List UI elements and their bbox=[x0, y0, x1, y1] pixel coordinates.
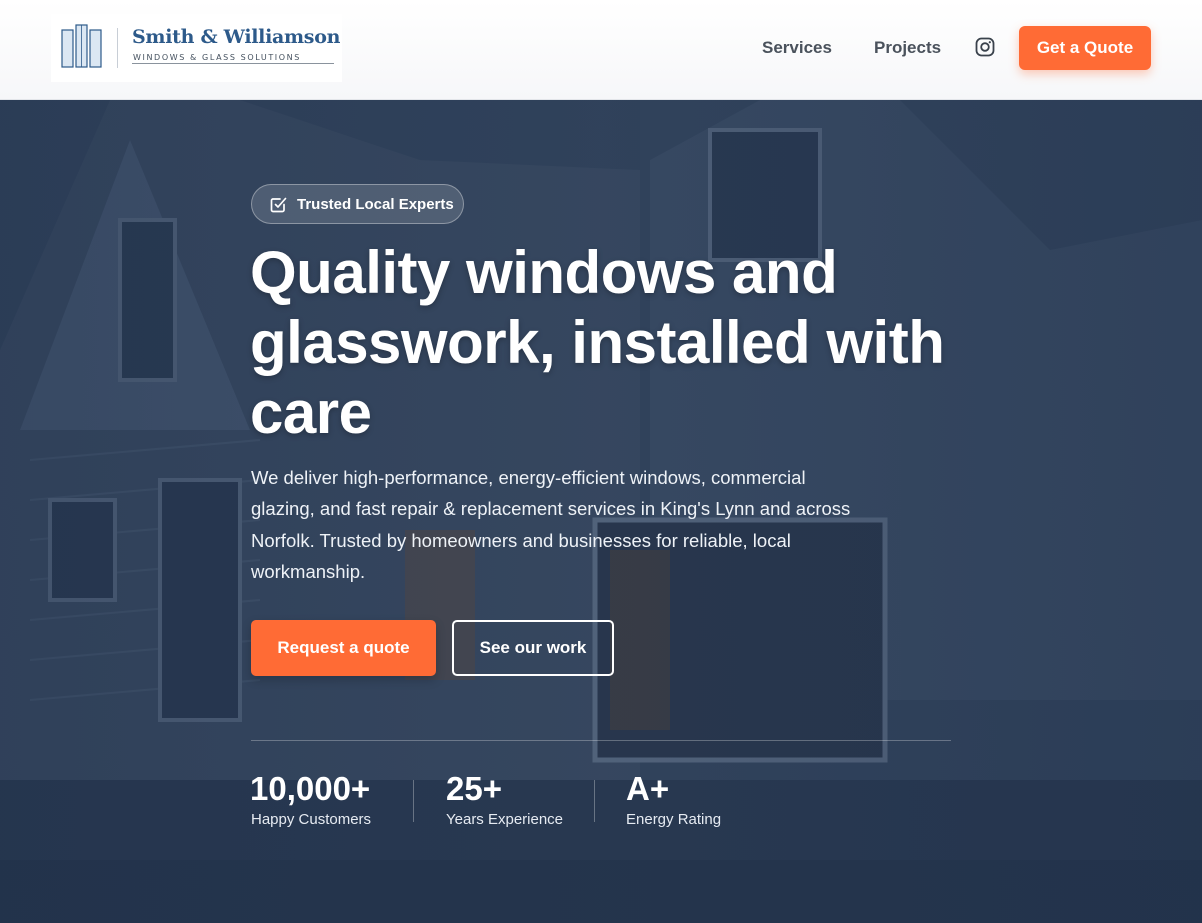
get-a-quote-button[interactable]: Get a Quote bbox=[1019, 26, 1151, 70]
stat-experience-label: Years Experience bbox=[446, 811, 564, 828]
stats-divider bbox=[251, 740, 951, 741]
nav-projects-link[interactable]: Projects bbox=[874, 38, 941, 58]
hero-description: We deliver high-performance, energy-effi… bbox=[251, 467, 851, 582]
hero-headline: Quality windows and glasswork, installed… bbox=[250, 239, 945, 446]
stat-experience-value: 25+ bbox=[446, 770, 502, 807]
hero-section: Trusted Local Experts Quality windows an… bbox=[0, 100, 1202, 923]
logo[interactable]: Smith & Williamson WINDOWS & GLASS SOLUT… bbox=[51, 14, 342, 82]
stat-separator bbox=[594, 780, 595, 822]
instagram-icon[interactable] bbox=[975, 37, 995, 57]
stat-separator bbox=[413, 780, 414, 822]
site-header: Smith & Williamson WINDOWS & GLASS SOLUT… bbox=[0, 0, 1202, 100]
stat-customers-label: Happy Customers bbox=[251, 811, 372, 828]
stat-rating-value: A+ bbox=[626, 770, 670, 807]
trusted-badge: Trusted Local Experts bbox=[251, 184, 464, 224]
stat-rating-label: Energy Rating bbox=[626, 811, 722, 828]
logo-mark-icon bbox=[61, 24, 102, 68]
checkbox-icon bbox=[270, 197, 287, 213]
stat-customers-value: 10,000+ bbox=[250, 770, 371, 807]
see-our-work-button[interactable]: See our work bbox=[452, 620, 614, 676]
brand-tagline: WINDOWS & GLASS SOLUTIONS bbox=[133, 53, 301, 62]
badge-label: Trusted Local Experts bbox=[297, 196, 454, 213]
nav-services-link[interactable]: Services bbox=[762, 38, 832, 58]
request-quote-button[interactable]: Request a quote bbox=[251, 620, 436, 676]
logo-divider bbox=[117, 28, 118, 68]
logo-underline bbox=[132, 63, 334, 64]
brand-name: Smith & Williamson bbox=[132, 26, 341, 48]
